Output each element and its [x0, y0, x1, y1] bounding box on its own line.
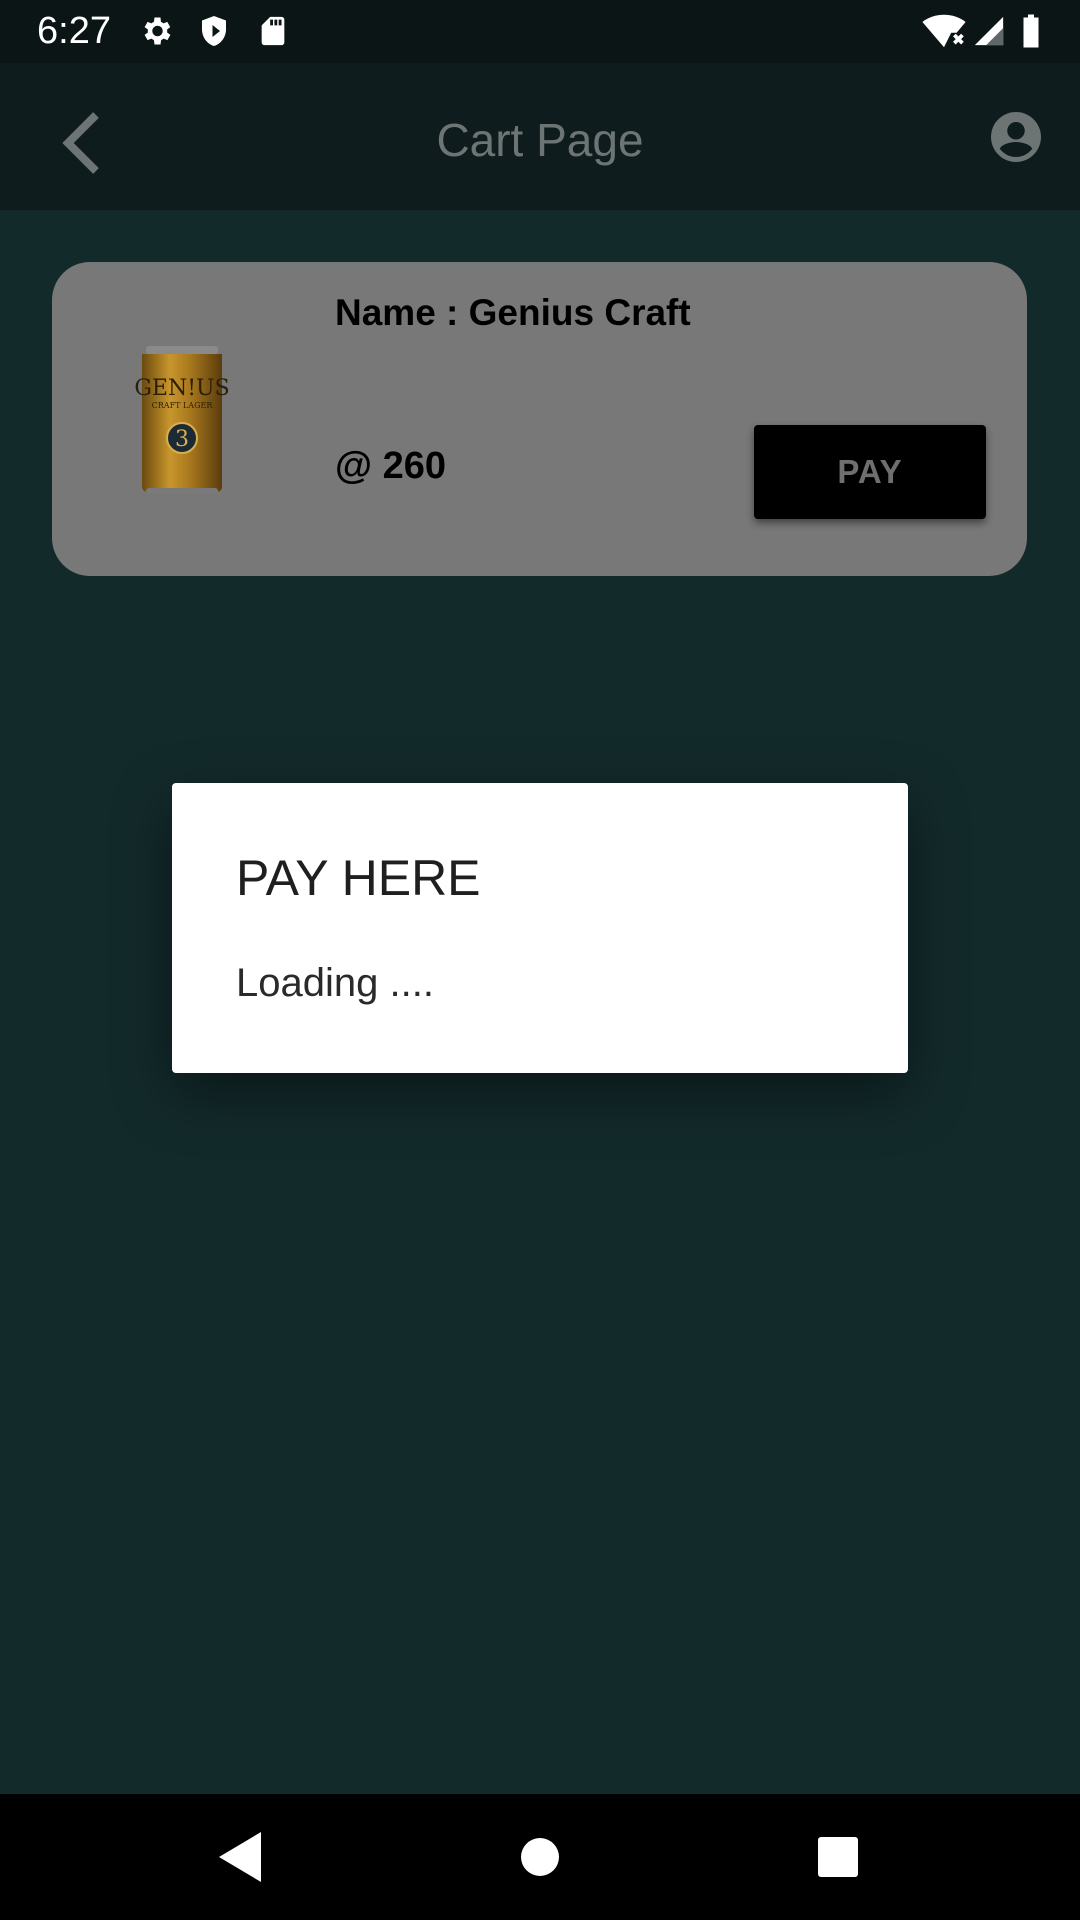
settings-icon	[144, 17, 171, 45]
sd-card-icon	[261, 16, 285, 46]
battery-icon	[1023, 14, 1039, 48]
status-bar: 6:27	[0, 0, 1080, 63]
product-image: GEN!US CRAFT LAGER 3	[134, 346, 230, 494]
home-circle-icon	[521, 1838, 559, 1876]
svg-text:GEN!US: GEN!US	[134, 376, 229, 401]
profile-button[interactable]	[986, 107, 1046, 167]
account-circle-icon	[991, 112, 1041, 162]
pay-button[interactable]: PAY	[754, 425, 986, 519]
payment-dialog: PAY HERE Loading ....	[172, 783, 908, 1073]
back-triangle-icon	[219, 1832, 261, 1882]
wifi-icon	[922, 14, 966, 48]
system-nav-bar	[0, 1794, 1080, 1920]
status-time: 6:27	[37, 10, 111, 52]
nav-recents-button[interactable]	[803, 1822, 873, 1892]
recents-square-icon	[818, 1837, 858, 1877]
product-name: Name : Genius Craft	[335, 292, 691, 333]
shield-icon	[202, 16, 226, 46]
svg-text:CRAFT LAGER: CRAFT LAGER	[152, 401, 214, 410]
page-title: Cart Page	[436, 114, 644, 166]
signal-icon	[974, 16, 1004, 46]
dialog-title: PAY HERE	[236, 850, 481, 906]
product-price: @ 260	[335, 445, 447, 487]
nav-home-button[interactable]	[505, 1822, 575, 1892]
svg-text:3: 3	[175, 427, 189, 452]
cart-item-card: GEN!US CRAFT LAGER 3 Name : Genius Craft…	[52, 262, 1027, 576]
nav-back-button[interactable]	[205, 1822, 275, 1892]
dialog-message: Loading ....	[236, 961, 434, 1005]
app-bar: Cart Page	[0, 63, 1080, 210]
